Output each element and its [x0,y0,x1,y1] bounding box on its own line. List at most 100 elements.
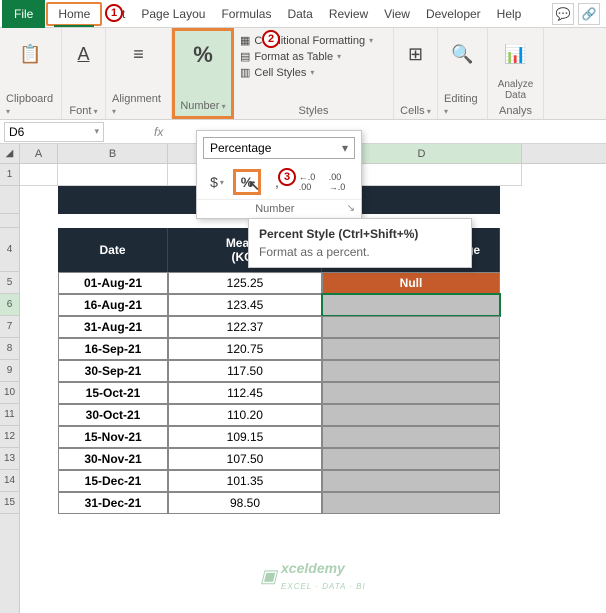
font-icon: A [64,34,104,74]
fx-label[interactable]: fx [154,125,163,139]
group-analyze[interactable]: 📊 Analyze Data Analys [488,28,544,119]
cell-kg[interactable]: 120.75 [168,338,322,360]
cell-date[interactable]: 15-Dec-21 [58,470,168,492]
comments-icon[interactable]: 💬 [552,3,574,25]
cell-kg[interactable]: 122.37 [168,316,322,338]
group-cells[interactable]: ⊞ Cells [394,28,438,119]
row-header[interactable]: 9 [0,360,19,382]
cell-kg[interactable]: 98.50 [168,492,322,514]
accounting-format-button[interactable]: $ [203,169,231,195]
cell-kg[interactable]: 107.50 [168,448,322,470]
cell-date[interactable]: 30-Nov-21 [58,448,168,470]
cell-date[interactable]: 16-Sep-21 [58,338,168,360]
row-header[interactable]: 8 [0,338,19,360]
cell-kg[interactable]: 117.50 [168,360,322,382]
callout-2: 2 [262,30,280,48]
tab-help[interactable]: Help [489,2,530,26]
cell-kg[interactable]: 112.45 [168,382,322,404]
share-icon[interactable]: 🔗 [578,3,600,25]
select-all-corner[interactable]: ◢ [0,144,19,164]
col-header-a[interactable]: A [20,144,58,163]
table-row[interactable]: 30-Nov-21107.50 [58,448,500,470]
tab-view[interactable]: View [376,2,418,26]
table-row[interactable]: 30-Sep-21117.50 [58,360,500,382]
watermark: ▣ xceldemy EXCEL · DATA · BI [260,560,366,592]
cell-styles-button[interactable]: ▥Cell Styles ▾ [240,66,373,79]
cell-date[interactable]: 30-Oct-21 [58,404,168,426]
row-header[interactable]: 1 [0,164,19,186]
cell-date[interactable]: 15-Oct-21 [58,382,168,404]
tab-home[interactable]: Home [46,2,102,26]
tab-formulas[interactable]: Formulas [213,2,279,26]
row-headers: ◢ 1 4 5 6 7 8 9 10 11 12 13 14 15 [0,144,20,613]
group-font[interactable]: A Font [62,28,106,119]
group-editing[interactable]: 🔍 Editing [438,28,488,119]
row-header[interactable]: 14 [0,470,19,492]
tab-review[interactable]: Review [321,2,376,26]
row-header[interactable]: 10 [0,382,19,404]
number-format-combo[interactable]: Percentage [203,137,355,159]
row-header[interactable]: 15 [0,492,19,514]
row-header[interactable]: 7 [0,316,19,338]
file-tab[interactable]: File [2,0,45,28]
table-row[interactable]: 01-Aug-21125.25Null [58,272,500,294]
cell-pct[interactable]: Null [322,272,500,294]
cell-pct[interactable] [322,360,500,382]
format-as-table-button[interactable]: ▤Format as Table ▾ [240,50,373,63]
table-row[interactable]: 30-Oct-21110.20 [58,404,500,426]
row-header[interactable]: 4 [0,228,19,272]
cell-date[interactable]: 31-Aug-21 [58,316,168,338]
row-header[interactable] [0,186,19,214]
name-box[interactable]: D6 [4,122,104,142]
cell-date[interactable]: 31-Dec-21 [58,492,168,514]
table-row[interactable]: 31-Dec-2198.50 [58,492,500,514]
percent-style-button[interactable]: % ↖ [233,169,261,195]
callout-3: 3 [278,168,296,186]
group-number[interactable]: % Number [172,28,234,119]
table-row[interactable]: 15-Dec-21101.35 [58,470,500,492]
header-date: Date [58,228,168,272]
table-row[interactable]: 16-Sep-21120.75 [58,338,500,360]
row-header[interactable]: 12 [0,426,19,448]
table-row[interactable]: 15-Oct-21112.45 [58,382,500,404]
cell-kg[interactable]: 125.25 [168,272,322,294]
row-header[interactable] [0,214,19,228]
row-header[interactable]: 5 [0,272,19,294]
tab-page-layout[interactable]: Page Layou [133,2,213,26]
conditional-formatting-button[interactable]: ▦Conditional Formatting ▾ [240,34,373,47]
alignment-icon: ≡ [119,34,159,74]
number-dialog-launcher[interactable]: ↘ [347,203,355,215]
group-alignment[interactable]: ≡ Alignment [106,28,172,119]
cell-kg[interactable]: 110.20 [168,404,322,426]
menubar: File Home ert Page Layou Formulas Data R… [0,0,606,28]
cell-kg[interactable]: 123.45 [168,294,322,316]
cell-pct[interactable] [322,316,500,338]
cell-pct[interactable] [322,294,500,316]
cell-pct[interactable] [322,492,500,514]
group-clipboard[interactable]: 📋 Clipboard [0,28,62,119]
cell-pct[interactable] [322,404,500,426]
row-header[interactable]: 6 [0,294,19,316]
cell-pct[interactable] [322,448,500,470]
row-header[interactable]: 11 [0,404,19,426]
table-row[interactable]: 16-Aug-21123.45 [58,294,500,316]
number-panel-label: Number [255,203,294,215]
cell-pct[interactable] [322,338,500,360]
col-header-b[interactable]: B [58,144,168,163]
table-row[interactable]: 15-Nov-21109.15 [58,426,500,448]
cell-date[interactable]: 16-Aug-21 [58,294,168,316]
decrease-decimal-button[interactable]: .00→.0 [323,169,351,195]
cell-pct[interactable] [322,382,500,404]
cell-date[interactable]: 01-Aug-21 [58,272,168,294]
cell-kg[interactable]: 109.15 [168,426,322,448]
cell-date[interactable]: 15-Nov-21 [58,426,168,448]
cell-pct[interactable] [322,470,500,492]
increase-decimal-button[interactable]: ←.0.00 [293,169,321,195]
tab-data[interactable]: Data [279,2,320,26]
tab-developer[interactable]: Developer [418,2,489,26]
cell-date[interactable]: 30-Sep-21 [58,360,168,382]
cell-kg[interactable]: 101.35 [168,470,322,492]
row-header[interactable]: 13 [0,448,19,470]
table-row[interactable]: 31-Aug-21122.37 [58,316,500,338]
cell-pct[interactable] [322,426,500,448]
